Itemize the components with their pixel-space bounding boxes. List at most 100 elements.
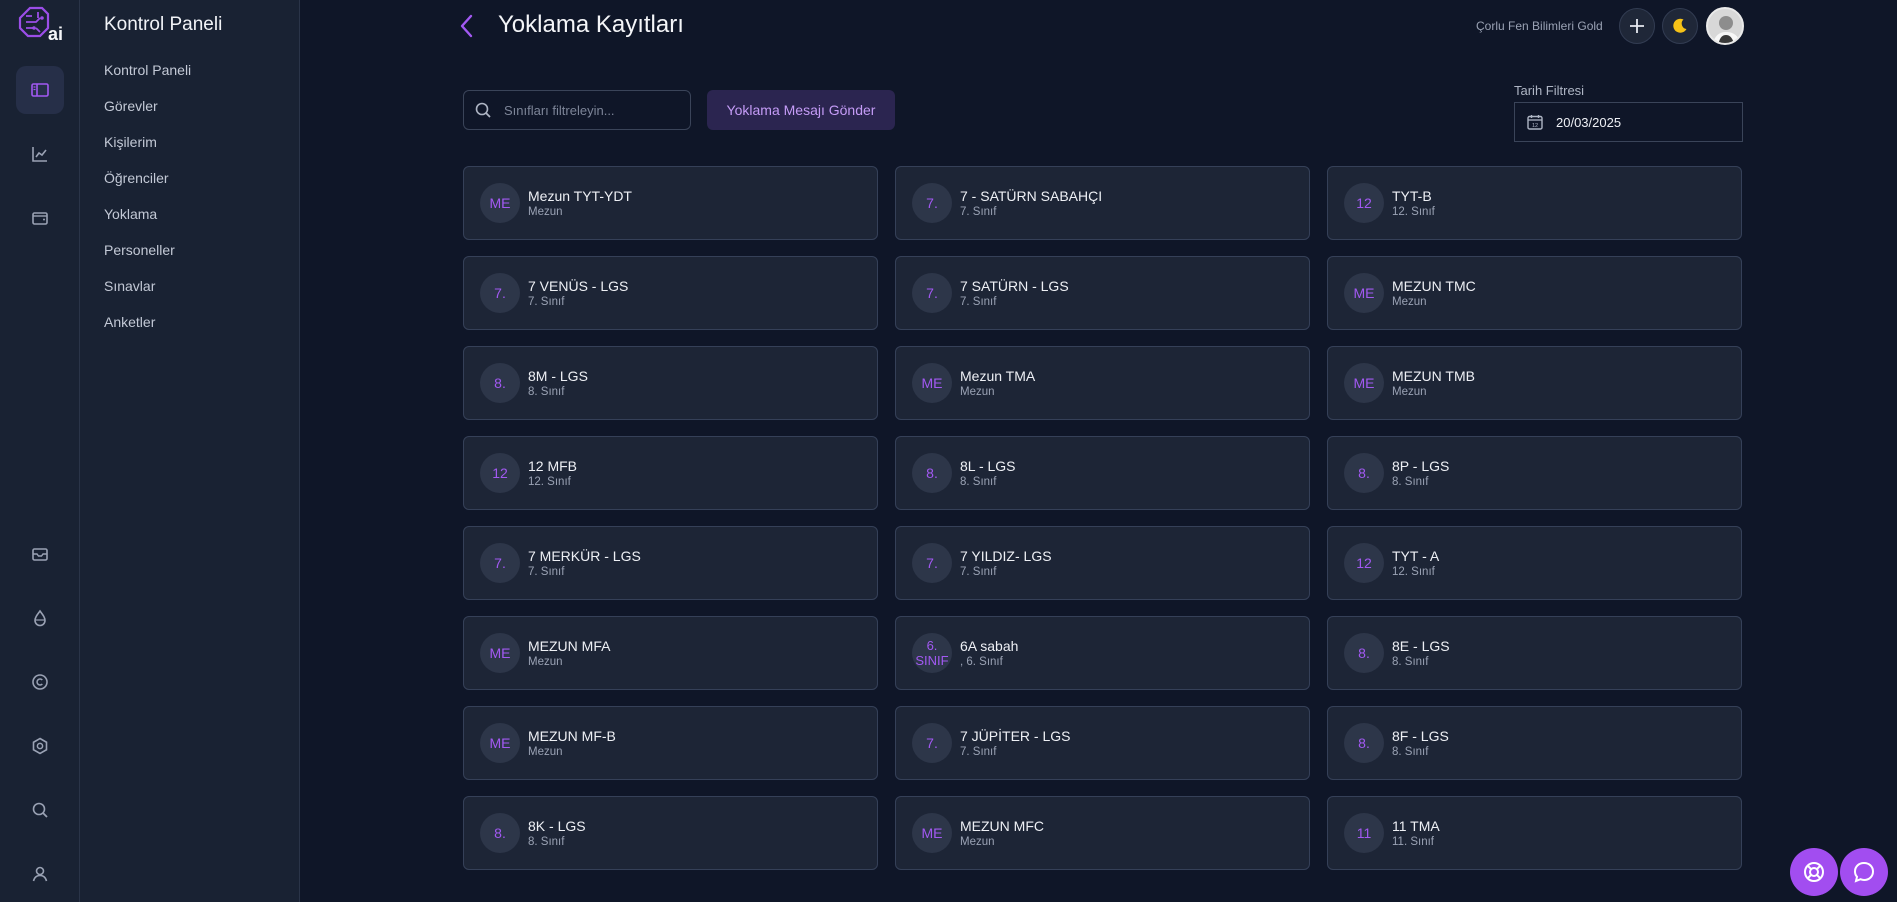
class-card[interactable]: 7. 7 YILDIZ- LGS 7. Sınıf [895,526,1310,600]
class-card[interactable]: 8. 8F - LGS 8. Sınıf [1327,706,1742,780]
class-badge: 8. [1344,723,1384,763]
class-card[interactable]: 12 TYT - A 12. Sınıf [1327,526,1742,600]
class-card[interactable]: 11 11 TMA 11. Sınıf [1327,796,1742,870]
search-icon [475,102,491,118]
rail-settings-button[interactable] [16,722,64,770]
user-avatar[interactable] [1706,7,1744,45]
sidebar-item-kontrol-paneli[interactable]: Kontrol Paneli [104,60,191,96]
class-card[interactable]: 7. 7 MERKÜR - LGS 7. Sınıf [463,526,878,600]
class-card[interactable]: ME MEZUN TMB Mezun [1327,346,1742,420]
class-level: 7. Sınıf [528,565,565,578]
class-card[interactable]: 12 TYT-B 12. Sınıf [1327,166,1742,240]
class-card-text: MEZUN MF-B Mezun [528,728,616,759]
chevron-left-icon [460,14,473,38]
class-card-text: MEZUN TMB Mezun [1392,368,1475,399]
rail-drop-button[interactable] [16,594,64,642]
class-name: 7 - SATÜRN SABAHÇI [960,187,1103,204]
search-input[interactable] [504,102,684,118]
class-card[interactable]: ME MEZUN MF-B Mezun [463,706,878,780]
class-card-text: 8E - LGS 8. Sınıf [1392,638,1450,669]
class-card[interactable]: ME MEZUN TMC Mezun [1327,256,1742,330]
rail-copyright-button[interactable] [16,658,64,706]
class-level: 7. Sınıf [960,205,997,218]
class-badge: ME [480,723,520,763]
icon-rail: ai [0,0,80,902]
chat-button[interactable] [1840,848,1888,896]
class-name: 8E - LGS [1392,637,1450,654]
class-card[interactable]: 6. SINIF 6A sabah, 6. Sınıf [895,616,1310,690]
class-card-text: 7 SATÜRN - LGS 7. Sınıf [960,278,1069,309]
class-badge: 6. SINIF [912,633,952,673]
class-card-text: 11 TMA 11. Sınıf [1392,818,1440,849]
sidebar-item-yoklama[interactable]: Yoklama [104,204,191,240]
nav-sidebar: Kontrol Paneli Kontrol Paneli Görevler K… [80,0,300,902]
sidebar-item-personeller[interactable]: Personeller [104,240,191,276]
class-card[interactable]: 8. 8P - LGS 8. Sınıf [1327,436,1742,510]
class-badge: ME [1344,273,1384,313]
class-card-text: 7 YILDIZ- LGS 7. Sınıf [960,548,1052,579]
class-card-text: 7 MERKÜR - LGS 7. Sınıf [528,548,641,579]
sidebar-item-ogrenciler[interactable]: Öğrenciler [104,168,191,204]
class-level: , 6. Sınıf [960,655,1003,668]
moon-icon [1673,18,1687,33]
class-card[interactable]: 7. 7 - SATÜRN SABAHÇI 7. Sınıf [895,166,1310,240]
class-card[interactable]: ME Mezun TMA Mezun [895,346,1310,420]
support-button[interactable] [1790,848,1838,896]
drop-icon [34,609,46,627]
class-badge: 11 [1344,813,1384,853]
class-badge: 12 [480,453,520,493]
user-icon [32,866,48,882]
class-card[interactable]: ME Mezun TYT-YDT Mezun [463,166,878,240]
sidebar-item-gorevler[interactable]: Görevler [104,96,191,132]
date-filter-field[interactable]: 12 20/03/2025 [1514,102,1743,142]
rail-wallet-button[interactable] [16,194,64,242]
date-value: 20/03/2025 [1556,114,1622,130]
sidebar-item-kisilerim[interactable]: Kişilerim [104,132,191,168]
class-level: 8. Sınıf [528,385,565,398]
class-card[interactable]: ME MEZUN MFC Mezun [895,796,1310,870]
theme-toggle-button[interactable] [1662,8,1698,44]
class-name: 7 VENÜS - LGS [528,277,629,294]
class-badge: 8. [480,813,520,853]
class-card[interactable]: 7. 7 VENÜS - LGS 7. Sınıf [463,256,878,330]
sidebar-item-sinavlar[interactable]: Sınavlar [104,276,191,312]
class-level: Mezun [960,835,995,848]
sidebar-item-anketler[interactable]: Anketler [104,312,191,348]
class-level: 12. Sınıf [1392,565,1435,578]
class-level: Mezun [528,655,563,668]
class-card-text: Mezun TYT-YDT Mezun [528,188,632,219]
class-card-text: MEZUN TMC Mezun [1392,278,1476,309]
class-card[interactable]: 8. 8E - LGS 8. Sınıf [1327,616,1742,690]
class-name: 11 TMA [1392,817,1440,834]
class-name: MEZUN MF-B [528,727,616,744]
app-logo[interactable]: ai [14,4,66,46]
class-card-text: Mezun TMA Mezun [960,368,1035,399]
rail-search-button[interactable] [16,786,64,834]
class-card[interactable]: 7. 7 SATÜRN - LGS 7. Sınıf [895,256,1310,330]
class-badge: 8. [1344,633,1384,673]
class-card-text: 7 VENÜS - LGS 7. Sınıf [528,278,628,309]
class-level: 11. Sınıf [1392,835,1434,848]
class-badge: ME [480,633,520,673]
class-badge: 8. [480,363,520,403]
class-name: MEZUN MFC [960,817,1044,834]
add-button[interactable] [1619,8,1655,44]
send-attendance-message-button[interactable]: Yoklama Mesajı Gönder [707,90,895,130]
class-card[interactable]: 8. 8K - LGS 8. Sınıf [463,796,878,870]
rail-dashboard-button[interactable] [16,66,64,114]
class-name: MEZUN MFA [528,637,611,654]
rail-mail-button[interactable] [16,530,64,578]
class-card[interactable]: 8. 8L - LGS 8. Sınıf [895,436,1310,510]
class-card[interactable]: 12 12 MFB 12. Sınıf [463,436,878,510]
class-card-text: 8F - LGS 8. Sınıf [1392,728,1449,759]
class-badge: 7. [912,273,952,313]
class-card[interactable]: ME MEZUN MFA Mezun [463,616,878,690]
back-button[interactable] [458,13,476,39]
rail-analytics-button[interactable] [16,130,64,178]
rail-profile-button[interactable] [16,850,64,898]
class-level: Mezun [528,205,563,218]
search-icon [32,802,48,818]
class-card-text: TYT-B 12. Sınıf [1392,188,1435,219]
class-card[interactable]: 7. 7 JÜPİTER - LGS 7. Sınıf [895,706,1310,780]
class-card[interactable]: 8. 8M - LGS 8. Sınıf [463,346,878,420]
